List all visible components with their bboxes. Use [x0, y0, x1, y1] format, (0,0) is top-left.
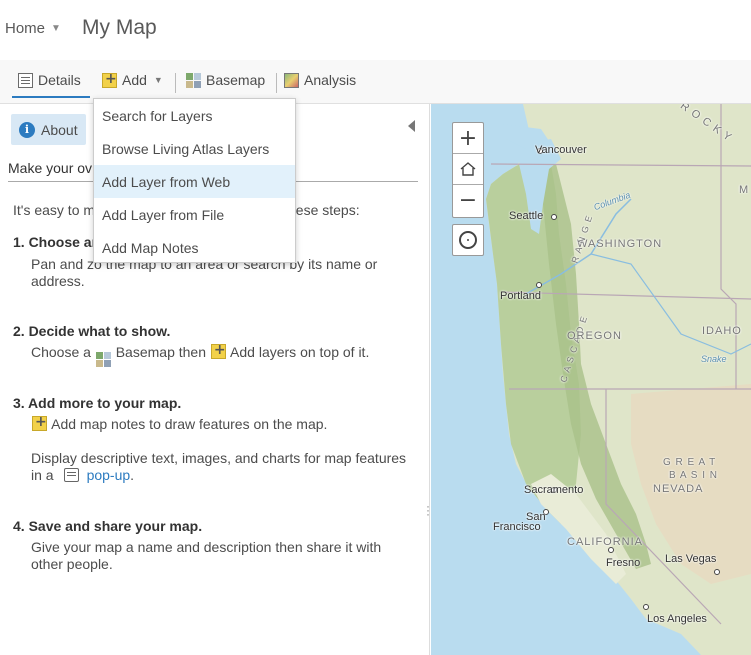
step-2-text: Choose a Basemap then Add layers on top …: [31, 342, 370, 367]
step-3-period: .: [130, 467, 135, 483]
menu-item-add-map-notes[interactable]: Add Map Notes: [94, 231, 295, 264]
map-label-washington: WASHINGTON: [577, 238, 663, 250]
about-button[interactable]: i About: [11, 114, 86, 145]
popup-icon: [63, 468, 79, 482]
add-icon: [102, 71, 117, 88]
map-label-nevada: NEVADA: [653, 483, 704, 495]
locate-icon: [459, 231, 477, 249]
step-1-text-start: Pan and zo: [31, 256, 102, 272]
menu-item-search-layers[interactable]: Search for Layers: [94, 99, 295, 132]
step-1-title: 1. Choose ar: [13, 234, 98, 250]
map-label-seattle: Seattle: [509, 210, 544, 222]
zoom-out-button[interactable]: −: [453, 185, 483, 216]
step-2-title: 2. Decide what to show.: [13, 323, 171, 339]
map-label-great: G R E A T: [663, 457, 717, 468]
step-3-notes-label: Add map notes to draw features on the ma…: [51, 416, 328, 432]
map-label-fresno: Fresno: [606, 557, 641, 569]
basemap-button[interactable]: Basemap: [186, 72, 265, 88]
home-icon: [460, 162, 476, 176]
basemap-label: Basemap: [206, 72, 266, 88]
chevron-down-icon: ▼: [153, 75, 163, 85]
step-3-notes-text: Add map notes to draw features on the ma…: [31, 414, 328, 433]
step-3-title: 3. Add more to your map.: [13, 395, 182, 411]
step-1-text-line2: address.: [31, 273, 85, 289]
step-4-text-line2: other people.: [31, 556, 113, 572]
step-4-text-line1: Give your map a name and description the…: [31, 539, 382, 555]
home-extent-button[interactable]: [453, 154, 483, 185]
zoom-controls: + −: [452, 122, 484, 218]
step-3-display-text: Display descriptive text, images, and ch…: [31, 450, 406, 484]
analysis-icon: [284, 72, 299, 88]
add-label: Add: [122, 72, 147, 88]
basemap-icon: [95, 352, 111, 367]
map-label-vancouver: Vancouver: [535, 144, 587, 156]
step-4-title: 4. Save and share your map.: [13, 518, 203, 534]
popup-link[interactable]: pop-up: [87, 467, 131, 483]
add-button[interactable]: Add ▼: [102, 71, 163, 88]
map-label-snake: Snake: [701, 354, 727, 364]
map-label-sacramento: Sacramento: [524, 484, 584, 496]
toolbar-divider: [276, 73, 277, 93]
details-icon: [18, 72, 33, 88]
city-marker: [551, 214, 557, 220]
add-dropdown-menu: Search for Layers Browse Living Atlas La…: [93, 98, 296, 263]
chevron-down-icon: ▼: [51, 23, 61, 34]
map-label-idaho: IDAHO: [702, 325, 742, 337]
about-label: About: [41, 121, 78, 138]
intro-text: It's easy to m: [13, 202, 96, 218]
home-label[interactable]: Home: [5, 20, 45, 37]
add-icon: [210, 342, 226, 359]
locate-button[interactable]: [452, 224, 484, 256]
map-label-los-angeles: Los Angeles: [647, 613, 707, 625]
map-notes-icon: [32, 414, 47, 431]
app-header: Home ▼ My Map: [0, 0, 751, 60]
home-menu[interactable]: Home ▼: [5, 20, 61, 37]
step-2-add-text: Add layers on top of it.: [230, 344, 370, 360]
map-label-oregon: OREGON: [567, 330, 622, 342]
step-2-text-before: Choose a: [31, 344, 91, 360]
map-label-california: CALIFORNIA: [567, 536, 644, 548]
menu-item-browse-living-atlas[interactable]: Browse Living Atlas Layers: [94, 132, 295, 165]
city-marker: [643, 604, 649, 610]
menu-item-add-layer-from-file[interactable]: Add Layer from File: [94, 198, 295, 231]
map-label-basin: B A S I N: [669, 470, 719, 481]
map-label-m: M: [739, 184, 750, 196]
analysis-button[interactable]: Analysis: [284, 72, 356, 88]
info-icon: i: [19, 121, 35, 138]
step-2-basemap-word: Basemap then: [115, 344, 207, 360]
step-3-display-line1: Display descriptive text, images, and ch…: [31, 450, 407, 466]
map-label-francisco: Francisco: [493, 521, 541, 533]
menu-item-add-layer-from-web[interactable]: Add Layer from Web: [94, 165, 295, 198]
map-title: My Map: [82, 16, 157, 39]
city-marker: [536, 282, 542, 288]
collapse-panel-icon[interactable]: [408, 120, 415, 132]
analysis-label: Analysis: [304, 72, 357, 88]
map-label-portland: Portland: [500, 290, 541, 302]
map-view[interactable]: + − R O C K Y M Vancouver Seattle Columb…: [431, 104, 751, 655]
zoom-in-button[interactable]: +: [453, 123, 483, 154]
active-tab-indicator: [12, 96, 90, 98]
panel-resize-handle[interactable]: · · ·: [426, 500, 430, 520]
step-3-in-a: in a: [31, 467, 54, 483]
city-marker: [714, 569, 720, 575]
toolbar-divider: [175, 73, 176, 93]
details-label: Details: [38, 72, 81, 88]
map-label-las-vegas: Las Vegas: [665, 553, 717, 565]
step-4-text: Give your map a name and description the…: [31, 539, 381, 573]
details-button[interactable]: Details: [18, 72, 81, 88]
basemap-icon: [186, 72, 201, 88]
intro-text-tail: hese steps:: [288, 202, 360, 218]
